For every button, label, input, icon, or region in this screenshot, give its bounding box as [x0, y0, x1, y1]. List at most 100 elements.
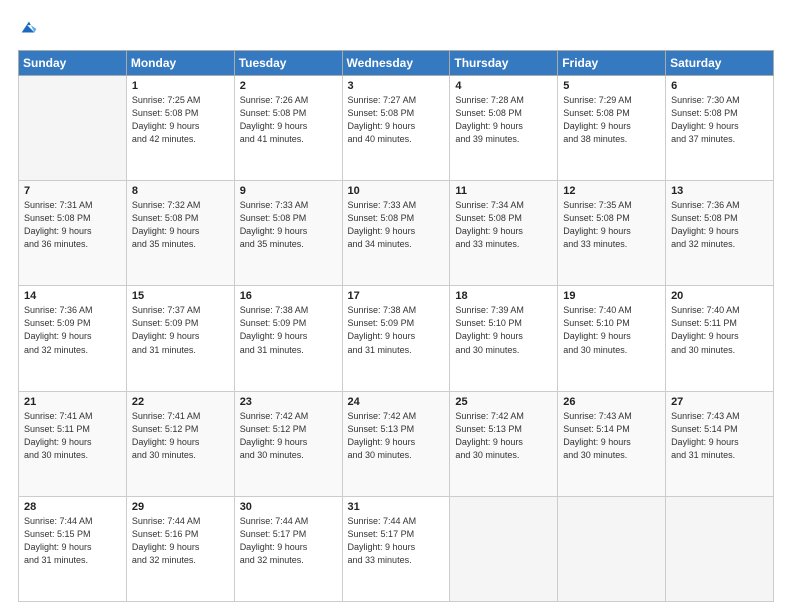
- day-info: Sunrise: 7:41 AMSunset: 5:11 PMDaylight:…: [24, 410, 121, 462]
- calendar-cell: [19, 76, 127, 181]
- calendar-cell: 18 Sunrise: 7:39 AMSunset: 5:10 PMDayligh…: [450, 286, 558, 391]
- day-info: Sunrise: 7:41 AMSunset: 5:12 PMDaylight:…: [132, 410, 229, 462]
- day-number: 17: [348, 290, 445, 302]
- day-number: 7: [24, 185, 121, 197]
- calendar-cell: 3 Sunrise: 7:27 AMSunset: 5:08 PMDaylight…: [342, 76, 450, 181]
- day-number: 6: [671, 80, 768, 92]
- day-info: Sunrise: 7:36 AMSunset: 5:09 PMDaylight:…: [24, 304, 121, 356]
- day-number: 30: [240, 501, 337, 513]
- day-info: Sunrise: 7:32 AMSunset: 5:08 PMDaylight:…: [132, 199, 229, 251]
- day-info: Sunrise: 7:33 AMSunset: 5:08 PMDaylight:…: [240, 199, 337, 251]
- calendar-cell: 12 Sunrise: 7:35 AMSunset: 5:08 PMDayligh…: [558, 181, 666, 286]
- day-info: Sunrise: 7:28 AMSunset: 5:08 PMDaylight:…: [455, 94, 552, 146]
- day-info: Sunrise: 7:27 AMSunset: 5:08 PMDaylight:…: [348, 94, 445, 146]
- calendar-table: SundayMondayTuesdayWednesdayThursdayFrid…: [18, 50, 774, 602]
- day-number: 12: [563, 185, 660, 197]
- day-info: Sunrise: 7:35 AMSunset: 5:08 PMDaylight:…: [563, 199, 660, 251]
- calendar-cell: [450, 496, 558, 601]
- day-info: Sunrise: 7:25 AMSunset: 5:08 PMDaylight:…: [132, 94, 229, 146]
- calendar-week-1: 7 Sunrise: 7:31 AMSunset: 5:08 PMDaylight…: [19, 181, 774, 286]
- day-number: 14: [24, 290, 121, 302]
- weekday-header-thursday: Thursday: [450, 51, 558, 76]
- calendar-cell: 29 Sunrise: 7:44 AMSunset: 5:16 PMDayligh…: [126, 496, 234, 601]
- calendar-cell: [558, 496, 666, 601]
- calendar-cell: 10Sunrise: 7:33 AMSunset: 5:08 PMDayligh…: [342, 181, 450, 286]
- day-info: Sunrise: 7:40 AMSunset: 5:11 PMDaylight:…: [671, 304, 768, 356]
- day-number: 4: [455, 80, 552, 92]
- day-number: 20: [671, 290, 768, 302]
- day-info: Sunrise: 7:29 AMSunset: 5:08 PMDaylight:…: [563, 94, 660, 146]
- calendar-cell: 30 Sunrise: 7:44 AMSunset: 5:17 PMDayligh…: [234, 496, 342, 601]
- weekday-header-saturday: Saturday: [666, 51, 774, 76]
- calendar-cell: 15Sunrise: 7:37 AMSunset: 5:09 PMDayligh…: [126, 286, 234, 391]
- day-number: 3: [348, 80, 445, 92]
- day-number: 26: [563, 396, 660, 408]
- day-number: 21: [24, 396, 121, 408]
- day-number: 19: [563, 290, 660, 302]
- day-number: 25: [455, 396, 552, 408]
- day-info: Sunrise: 7:38 AMSunset: 5:09 PMDaylight:…: [348, 304, 445, 356]
- calendar-cell: 14 Sunrise: 7:36 AMSunset: 5:09 PMDayligh…: [19, 286, 127, 391]
- calendar-cell: 2 Sunrise: 7:26 AMSunset: 5:08 PMDaylight…: [234, 76, 342, 181]
- day-info: Sunrise: 7:44 AMSunset: 5:16 PMDaylight:…: [132, 515, 229, 567]
- calendar-cell: 31 Sunrise: 7:44 AMSunset: 5:17 PMDayligh…: [342, 496, 450, 601]
- day-number: 5: [563, 80, 660, 92]
- calendar-week-4: 28Sunrise: 7:44 AMSunset: 5:15 PMDayligh…: [19, 496, 774, 601]
- day-info: Sunrise: 7:38 AMSunset: 5:09 PMDaylight:…: [240, 304, 337, 356]
- calendar-cell: 13Sunrise: 7:36 AMSunset: 5:08 PMDayligh…: [666, 181, 774, 286]
- weekday-row: SundayMondayTuesdayWednesdayThursdayFrid…: [19, 51, 774, 76]
- day-number: 1: [132, 80, 229, 92]
- day-info: Sunrise: 7:36 AMSunset: 5:08 PMDaylight:…: [671, 199, 768, 251]
- day-number: 15: [132, 290, 229, 302]
- day-number: 8: [132, 185, 229, 197]
- calendar-cell: 8 Sunrise: 7:32 AMSunset: 5:08 PMDaylight…: [126, 181, 234, 286]
- calendar-cell: [666, 496, 774, 601]
- day-info: Sunrise: 7:44 AMSunset: 5:17 PMDaylight:…: [240, 515, 337, 567]
- calendar-cell: 9 Sunrise: 7:33 AMSunset: 5:08 PMDaylight…: [234, 181, 342, 286]
- calendar-page: SundayMondayTuesdayWednesdayThursdayFrid…: [0, 0, 792, 612]
- weekday-header-friday: Friday: [558, 51, 666, 76]
- calendar-cell: 17 Sunrise: 7:38 AMSunset: 5:09 PMDayligh…: [342, 286, 450, 391]
- calendar-header: SundayMondayTuesdayWednesdayThursdayFrid…: [19, 51, 774, 76]
- calendar-cell: 25 Sunrise: 7:42 AMSunset: 5:13 PMDayligh…: [450, 391, 558, 496]
- day-info: Sunrise: 7:44 AMSunset: 5:17 PMDaylight:…: [348, 515, 445, 567]
- calendar-cell: 5 Sunrise: 7:29 AMSunset: 5:08 PMDaylight…: [558, 76, 666, 181]
- day-info: Sunrise: 7:34 AMSunset: 5:08 PMDaylight:…: [455, 199, 552, 251]
- day-info: Sunrise: 7:33 AMSunset: 5:08 PMDaylight:…: [348, 199, 445, 251]
- day-number: 22: [132, 396, 229, 408]
- day-info: Sunrise: 7:43 AMSunset: 5:14 PMDaylight:…: [563, 410, 660, 462]
- calendar-cell: 19 Sunrise: 7:40 AMSunset: 5:10 PMDayligh…: [558, 286, 666, 391]
- day-info: Sunrise: 7:40 AMSunset: 5:10 PMDaylight:…: [563, 304, 660, 356]
- day-number: 27: [671, 396, 768, 408]
- calendar-week-3: 21 Sunrise: 7:41 AMSunset: 5:11 PMDayligh…: [19, 391, 774, 496]
- calendar-cell: 28Sunrise: 7:44 AMSunset: 5:15 PMDayligh…: [19, 496, 127, 601]
- day-number: 24: [348, 396, 445, 408]
- weekday-header-tuesday: Tuesday: [234, 51, 342, 76]
- day-info: Sunrise: 7:42 AMSunset: 5:13 PMDaylight:…: [348, 410, 445, 462]
- day-info: Sunrise: 7:39 AMSunset: 5:10 PMDaylight:…: [455, 304, 552, 356]
- day-number: 31: [348, 501, 445, 513]
- calendar-cell: 23 Sunrise: 7:42 AMSunset: 5:12 PMDayligh…: [234, 391, 342, 496]
- day-number: 9: [240, 185, 337, 197]
- day-info: Sunrise: 7:31 AMSunset: 5:08 PMDaylight:…: [24, 199, 121, 251]
- day-number: 16: [240, 290, 337, 302]
- weekday-header-sunday: Sunday: [19, 51, 127, 76]
- day-number: 23: [240, 396, 337, 408]
- day-info: Sunrise: 7:44 AMSunset: 5:15 PMDaylight:…: [24, 515, 121, 567]
- calendar-week-0: 1 Sunrise: 7:25 AMSunset: 5:08 PMDaylight…: [19, 76, 774, 181]
- day-info: Sunrise: 7:42 AMSunset: 5:13 PMDaylight:…: [455, 410, 552, 462]
- calendar-cell: 27 Sunrise: 7:43 AMSunset: 5:14 PMDayligh…: [666, 391, 774, 496]
- day-info: Sunrise: 7:43 AMSunset: 5:14 PMDaylight:…: [671, 410, 768, 462]
- calendar-cell: 6 Sunrise: 7:30 AMSunset: 5:08 PMDaylight…: [666, 76, 774, 181]
- calendar-cell: 26 Sunrise: 7:43 AMSunset: 5:14 PMDayligh…: [558, 391, 666, 496]
- logo: [18, 18, 42, 40]
- calendar-cell: 7 Sunrise: 7:31 AMSunset: 5:08 PMDaylight…: [19, 181, 127, 286]
- day-number: 2: [240, 80, 337, 92]
- calendar-week-2: 14 Sunrise: 7:36 AMSunset: 5:09 PMDayligh…: [19, 286, 774, 391]
- day-info: Sunrise: 7:30 AMSunset: 5:08 PMDaylight:…: [671, 94, 768, 146]
- calendar-body: 1 Sunrise: 7:25 AMSunset: 5:08 PMDaylight…: [19, 76, 774, 602]
- day-number: 18: [455, 290, 552, 302]
- day-info: Sunrise: 7:42 AMSunset: 5:12 PMDaylight:…: [240, 410, 337, 462]
- day-number: 29: [132, 501, 229, 513]
- day-info: Sunrise: 7:26 AMSunset: 5:08 PMDaylight:…: [240, 94, 337, 146]
